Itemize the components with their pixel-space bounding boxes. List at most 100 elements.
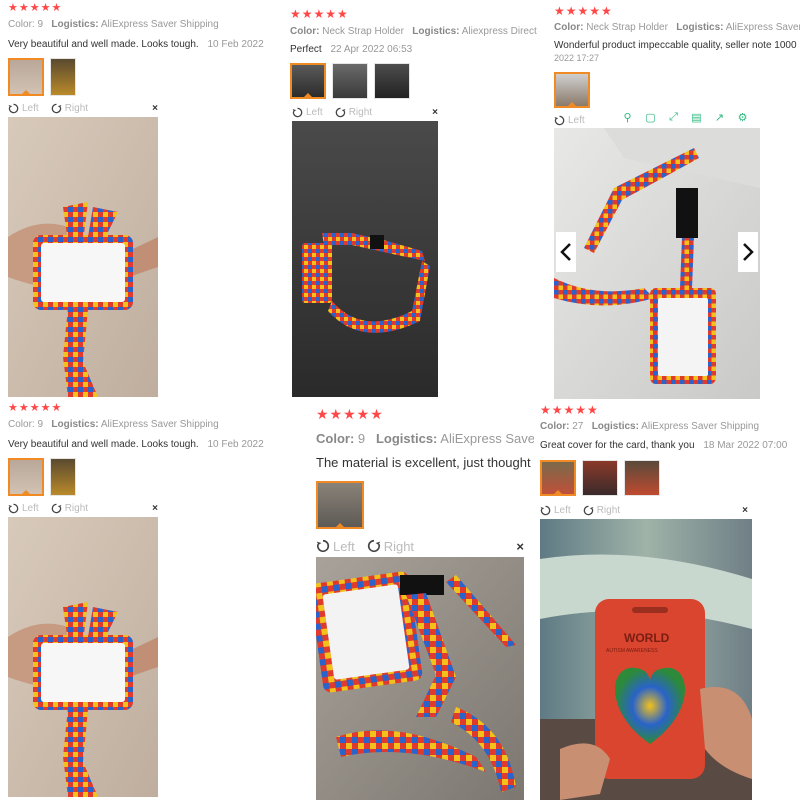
save-icon[interactable]: ▤ (685, 108, 708, 126)
review-photo[interactable] (554, 128, 760, 399)
rotate-right-button[interactable]: Right (367, 539, 414, 554)
close-button[interactable]: × (742, 505, 748, 516)
review-photo[interactable] (8, 517, 158, 797)
logistics-label: Logistics: (375, 431, 438, 446)
logistics-value: AliExpress Saver Shipping (725, 22, 800, 33)
color-value: Neck Strap Holder (586, 22, 668, 33)
thumbnail-strip (8, 458, 76, 496)
close-button[interactable]: × (516, 539, 524, 554)
rotate-right-icon (51, 103, 62, 113)
review-date: 2022 17:27 (554, 53, 600, 63)
review-card-1: ★★★★★ Color: 9 Logistics: AliExpress Sav… (0, 0, 270, 400)
logistics-value: AliExpress Saver Shipping (641, 421, 760, 432)
review-comment: Very beautiful and well made. Looks toug… (8, 39, 264, 50)
review-meta: Color: 9 Logistics: AliExpress Saver Shi… (8, 19, 219, 30)
search-icon[interactable]: ⚲ (616, 108, 639, 126)
review-photo[interactable] (8, 117, 158, 397)
image-viewer-toolbar: Left Right × (316, 536, 524, 556)
thumbnail[interactable] (332, 63, 368, 99)
color-label: Color: (554, 22, 584, 33)
comment-text: The material is excellent, just thought (316, 455, 531, 470)
rating-stars: ★★★★★ (540, 403, 599, 417)
logistics-label: Logistics: (591, 421, 639, 432)
rating-stars: ★★★★★ (290, 7, 349, 21)
settings-icon[interactable]: ⚙ (731, 108, 754, 126)
review-comment: The material is excellent, just thought (316, 455, 531, 470)
thumbnail[interactable] (582, 460, 618, 496)
rotate-right-label: Right (383, 538, 415, 554)
thumbnail[interactable] (50, 58, 76, 96)
review-photo[interactable] (292, 121, 438, 397)
logistics-label: Logistics: (412, 26, 460, 37)
thumbnail[interactable] (554, 72, 590, 108)
logistics-value: AliExpress Saver Shipping (100, 419, 219, 430)
lanyard-photo-image (292, 121, 438, 397)
thumbnail[interactable] (316, 481, 364, 529)
review-date: 10 Feb 2022 (207, 39, 264, 50)
close-button[interactable]: × (152, 503, 158, 514)
rotate-left-button[interactable]: Left (292, 107, 323, 118)
color-value: 27 (572, 421, 584, 432)
fullscreen-icon[interactable]: ⤢ (662, 108, 685, 126)
rotate-right-button[interactable]: Right (335, 107, 372, 118)
fit-icon[interactable]: ▢ (639, 108, 662, 126)
color-label: Color: (8, 19, 35, 30)
thumbnail[interactable] (8, 458, 44, 496)
thumbnail[interactable] (540, 460, 576, 496)
prev-image-button[interactable] (556, 232, 576, 272)
rotate-left-button[interactable]: Left (8, 503, 39, 514)
review-photo[interactable] (316, 557, 524, 800)
thumbnail[interactable] (624, 460, 660, 496)
logistics-value: AliExpress Saver Shipping (100, 19, 219, 30)
card-holder-photo-image: WORLD AUTISM AWARENESS (540, 519, 752, 800)
review-photo[interactable]: WORLD AUTISM AWARENESS (540, 519, 752, 800)
rotate-left-icon (316, 539, 330, 553)
next-image-button[interactable] (738, 232, 758, 272)
rotate-left-button[interactable]: Left (540, 505, 571, 516)
review-meta: Color: 9 Logistics: AliExpress Saver S (316, 431, 534, 446)
rotate-left-label: Left (333, 538, 355, 554)
rotate-left-button[interactable]: Left (8, 103, 39, 114)
logistics-label: Logistics: (51, 19, 99, 30)
thumbnail[interactable] (374, 63, 410, 99)
rotate-right-icon (367, 539, 380, 553)
close-button[interactable]: × (432, 107, 438, 118)
rotate-left-button[interactable]: Left (554, 115, 585, 126)
review-comment: Great cover for the card, thank you 18 M… (540, 440, 787, 451)
image-viewer-toolbar: Left Right × (8, 500, 158, 516)
color-label: Color: (290, 26, 320, 37)
thumbnail-strip (8, 58, 76, 96)
rotate-right-button[interactable]: Right (51, 503, 88, 514)
comment-text: Very beautiful and well made. Looks toug… (8, 439, 199, 450)
logistics-label: Logistics: (676, 22, 724, 33)
thumbnail-strip (554, 72, 590, 108)
rating-stars: ★★★★★ (8, 402, 63, 414)
review-comment: Wonderful product impeccable quality, se… (554, 40, 800, 51)
review-meta: Color: Neck Strap Holder Logistics: AliE… (554, 22, 800, 33)
rotate-right-button[interactable]: Right (583, 505, 620, 516)
card-title-text: WORLD (624, 631, 670, 645)
rotate-right-icon (51, 503, 62, 513)
thumbnail[interactable] (50, 458, 76, 496)
image-viewer-toolbar: Left (554, 112, 618, 128)
rotate-left-icon (540, 505, 551, 515)
thumbnail-strip (290, 63, 410, 99)
rotate-left-icon (292, 107, 303, 117)
review-meta: Color: Neck Strap Holder Logistics: Alie… (290, 26, 537, 37)
thumbnail-strip (540, 460, 660, 496)
image-viewer-toolbar: Left Right × (540, 502, 748, 518)
color-label: Color: (540, 421, 570, 432)
color-value: 9 (357, 431, 366, 446)
rotate-left-icon (554, 115, 565, 125)
rating-stars: ★★★★★ (316, 406, 384, 422)
image-viewer-toolbar: Left Right × (292, 104, 438, 120)
rotate-right-button[interactable]: Right (51, 103, 88, 114)
close-button[interactable]: × (152, 103, 158, 114)
rating-stars: ★★★★★ (8, 2, 63, 14)
rotate-left-button[interactable]: Left (316, 539, 355, 554)
share-icon[interactable]: ↗ (708, 108, 731, 126)
rotate-right-icon (583, 505, 594, 515)
thumbnail[interactable] (290, 63, 326, 99)
comment-text: Wonderful product impeccable quality, se… (554, 40, 800, 51)
thumbnail[interactable] (8, 58, 44, 96)
